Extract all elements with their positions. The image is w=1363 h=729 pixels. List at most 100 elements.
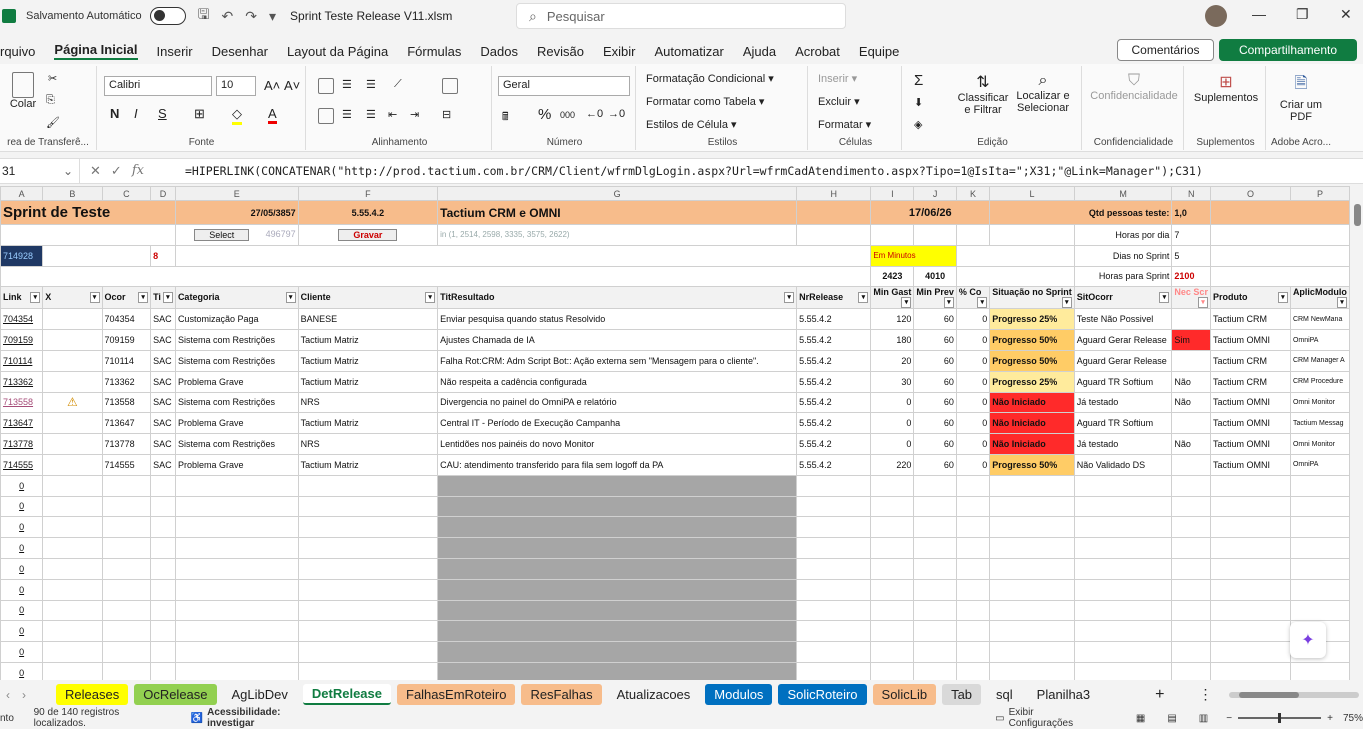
horizontal-scroll-thumb[interactable] [1238, 691, 1299, 698]
blank[interactable] [955, 244, 1075, 267]
cell[interactable]: 710114 [101, 349, 152, 372]
sheet-tab[interactable]: Modulos [705, 684, 773, 705]
insert-function-icon[interactable]: fx [132, 163, 144, 179]
cell[interactable] [796, 474, 872, 497]
align-bottom-icon[interactable]: ☰ [366, 78, 376, 91]
cell[interactable]: 709159 [101, 329, 152, 351]
header-cell[interactable]: % Co ▾ [955, 286, 991, 310]
blank[interactable] [870, 224, 915, 246]
cell[interactable]: 180 [870, 329, 915, 351]
cell[interactable] [1209, 516, 1291, 539]
sprint-title[interactable]: Sprint de Teste [0, 200, 176, 225]
cell[interactable] [955, 495, 991, 518]
autosave-toggle[interactable] [149, 7, 186, 25]
cell[interactable] [796, 537, 872, 559]
link-cell[interactable]: 0 [0, 661, 44, 680]
number-format-select[interactable]: Geral [498, 76, 630, 96]
column-header[interactable]: A [0, 186, 44, 201]
cell[interactable] [1209, 661, 1291, 680]
cell[interactable] [297, 641, 439, 663]
cell[interactable] [796, 495, 872, 518]
cell[interactable] [1171, 495, 1211, 518]
table-row[interactable]: 713778 713778 SAC Sistema com Restrições NRS… [0, 433, 1350, 455]
font-name-select[interactable]: Calibri [104, 76, 212, 96]
cell[interactable]: Não Iniciado [989, 412, 1075, 435]
filter-dropdown-icon[interactable]: ▾ [1337, 297, 1347, 308]
cell[interactable] [174, 557, 299, 580]
cell[interactable]: Tactium OMNI [1209, 433, 1291, 455]
column-header[interactable]: C [101, 186, 152, 201]
column-header[interactable]: B [42, 186, 103, 201]
cell[interactable]: 713558 [101, 391, 152, 414]
cell[interactable] [1073, 557, 1173, 580]
cell[interactable]: 713647 [101, 412, 152, 435]
filter-dropdown-icon[interactable]: ▾ [425, 292, 436, 304]
cell[interactable]: 5.55.4.2 [796, 433, 872, 455]
cell[interactable]: Aguard Gerar Release [1073, 329, 1173, 351]
cell[interactable] [1073, 599, 1173, 622]
cell[interactable]: Tactium Matriz [297, 370, 439, 393]
cell[interactable] [1171, 620, 1211, 643]
column-header[interactable]: N [1171, 186, 1211, 201]
cell[interactable] [796, 578, 872, 601]
cell[interactable]: 0 [955, 391, 991, 414]
cell[interactable] [989, 516, 1075, 539]
cell[interactable] [1289, 537, 1350, 559]
customize-qat-icon[interactable]: ▾ [269, 8, 276, 25]
worksheet-grid[interactable]: A B C D E F G H I J K L M N O P Sprint de Teste 27/05/385… [0, 186, 1350, 680]
d3-value[interactable]: 8 [150, 244, 176, 267]
font-color-icon[interactable]: A [268, 106, 277, 124]
cell[interactable]: Progresso 50% [989, 329, 1075, 351]
cell[interactable] [913, 537, 957, 559]
cell[interactable] [870, 516, 915, 539]
cell[interactable] [913, 516, 957, 539]
blank[interactable] [42, 244, 152, 267]
cell[interactable] [1289, 557, 1350, 580]
cell[interactable]: Tactium CRM [1209, 370, 1291, 393]
cell[interactable]: CRM NewMana [1289, 308, 1350, 331]
fill-color-icon[interactable]: ◇ [232, 106, 242, 125]
cell[interactable] [42, 557, 103, 580]
cell[interactable] [989, 578, 1075, 601]
conditional-formatting-button[interactable]: Formatação Condicional ▾ [646, 72, 774, 85]
cell[interactable]: OmniPA [1289, 329, 1350, 351]
cell[interactable]: Aguard TR Softium [1073, 412, 1173, 435]
borders-icon[interactable]: ⊞ [194, 106, 205, 122]
cell[interactable] [437, 516, 798, 539]
cell[interactable]: Tactium Matriz [297, 349, 439, 372]
cell[interactable]: Enviar pesquisa quando status Resolvido [437, 308, 798, 331]
cell[interactable]: SAC [150, 391, 176, 414]
blank[interactable] [1209, 244, 1350, 267]
decrease-indent-icon[interactable]: ⇤ [388, 108, 397, 121]
cell[interactable]: Problema Grave [174, 453, 299, 476]
header-cell[interactable]: X ▾ [42, 286, 103, 310]
ribbon-tab-9[interactable]: Automatizar [654, 44, 723, 59]
sheet-tab[interactable]: SolicLib [872, 684, 937, 705]
enter-icon[interactable]: ✓ [111, 163, 122, 179]
cell[interactable]: Progresso 50% [989, 349, 1075, 372]
column-header[interactable]: E [174, 186, 299, 201]
cell[interactable]: Tactium OMNI [1209, 412, 1291, 435]
cell[interactable] [955, 537, 991, 559]
cell[interactable] [870, 495, 915, 518]
cell[interactable] [1171, 557, 1211, 580]
cell[interactable]: 0 [955, 308, 991, 331]
header-cell[interactable]: Ti ▾ [150, 286, 176, 310]
cell[interactable] [437, 495, 798, 518]
cell[interactable] [101, 620, 152, 643]
header-cell[interactable]: SitOcorr ▾ [1073, 286, 1173, 310]
sheet-tab[interactable]: Tab [942, 684, 982, 705]
cell[interactable] [297, 599, 439, 622]
cell[interactable]: 0 [955, 370, 991, 393]
more-sheets-icon[interactable]: ⋮ [1199, 686, 1213, 703]
ribbon-tab-4[interactable]: Layout da Página [287, 44, 388, 59]
cell[interactable] [1209, 620, 1291, 643]
zoom-in-icon[interactable]: + [1327, 713, 1333, 724]
cell[interactable] [437, 599, 798, 622]
cut-icon[interactable]: ✂ [48, 72, 57, 85]
cell[interactable] [42, 412, 103, 435]
italic-icon[interactable]: I [134, 106, 138, 121]
cell[interactable] [437, 474, 798, 497]
share-button[interactable]: Compartilhamento [1219, 39, 1357, 61]
ribbon-tab-0[interactable]: rquivo [0, 44, 35, 59]
